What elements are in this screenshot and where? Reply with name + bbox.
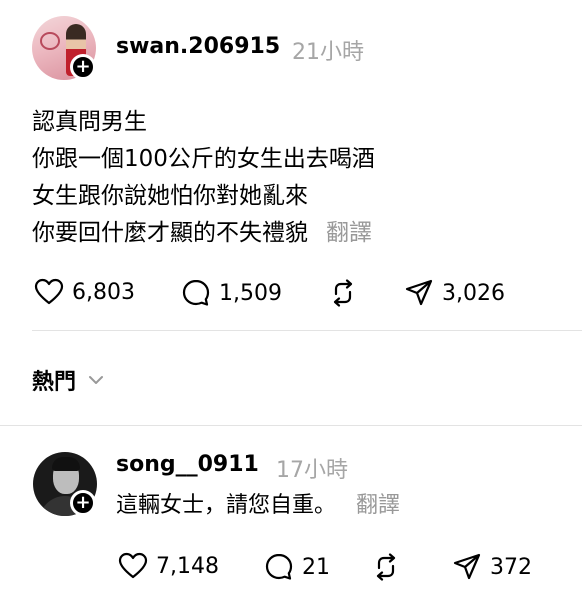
comment-count: 21: [302, 554, 330, 580]
send-icon: [453, 553, 481, 580]
share-button[interactable]: 372: [452, 552, 532, 582]
translate-link[interactable]: 翻譯: [326, 220, 372, 246]
avatar-decoration: [40, 32, 60, 50]
like-button[interactable]: 6,803: [34, 278, 135, 306]
sort-label: 熱門: [32, 370, 77, 395]
divider: [32, 330, 582, 331]
like-count: 7,148: [156, 553, 219, 579]
follow-plus-icon[interactable]: +: [70, 490, 96, 516]
repost-icon: [376, 553, 396, 581]
post-username[interactable]: swan.206915: [116, 34, 280, 59]
post-line: 認真問男生: [32, 109, 147, 135]
repost-icon: [333, 279, 353, 307]
sort-dropdown[interactable]: 熱門: [32, 364, 104, 396]
like-count: 6,803: [72, 279, 135, 305]
like-button[interactable]: 7,148: [118, 552, 219, 580]
divider: [0, 425, 582, 426]
follow-plus-icon[interactable]: +: [70, 54, 96, 80]
send-icon: [405, 279, 433, 306]
post-timestamp: 21小時: [292, 40, 364, 65]
comment-button[interactable]: 21: [264, 552, 330, 582]
translate-link[interactable]: 翻譯: [356, 493, 400, 518]
post-line: 女生跟你說她怕你對她亂來: [32, 183, 308, 209]
chevron-down-icon: [89, 376, 104, 384]
reply-timestamp: 17小時: [276, 458, 348, 483]
repost-button[interactable]: [328, 278, 358, 308]
repost-button[interactable]: [371, 552, 401, 582]
share-count: 372: [490, 554, 532, 580]
reply-username[interactable]: song__0911: [116, 452, 259, 477]
share-button[interactable]: 3,026: [404, 278, 505, 308]
comment-count: 1,509: [219, 280, 282, 306]
avatar-hair: [52, 457, 80, 471]
post-line: 你跟一個100公斤的女生出去喝酒: [32, 146, 375, 172]
share-count: 3,026: [442, 280, 505, 306]
comment-button[interactable]: 1,509: [181, 278, 282, 308]
heart-icon: [118, 552, 148, 579]
heart-icon: [34, 278, 64, 305]
post-line: 你要回什麼才顯的不失禮貌 翻譯: [32, 220, 372, 246]
reply-body: 這輛女士，請您自重。 翻譯: [116, 490, 400, 522]
post-body: 認真問男生 你跟一個100公斤的女生出去喝酒 女生跟你說她怕你對她亂來 你要回什…: [32, 104, 375, 252]
comment-icon: [182, 279, 210, 306]
reply-text: 這輛女士，請您自重。: [116, 493, 337, 518]
comment-icon: [265, 553, 293, 580]
